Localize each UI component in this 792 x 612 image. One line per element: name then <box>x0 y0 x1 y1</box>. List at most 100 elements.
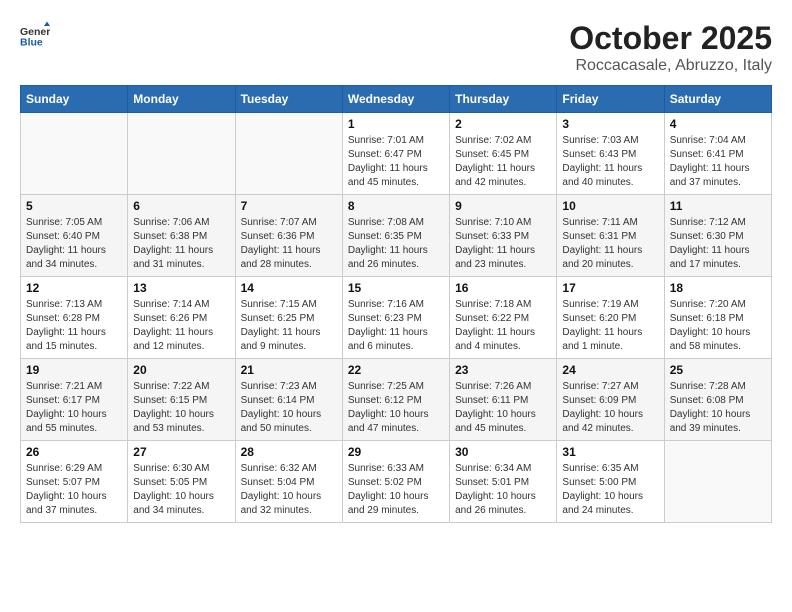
calendar-week-row: 1 Sunrise: 7:01 AM Sunset: 6:47 PM Daylig… <box>21 113 772 195</box>
day-info: Sunrise: 6:35 AM Sunset: 5:00 PM Dayligh… <box>562 462 658 518</box>
calendar-cell: 23 Sunrise: 7:26 AM Sunset: 6:11 PM Dayli… <box>450 359 557 441</box>
day-info: Sunrise: 6:34 AM Sunset: 5:01 PM Dayligh… <box>455 462 551 518</box>
day-info: Sunrise: 6:32 AM Sunset: 5:04 PM Dayligh… <box>241 462 337 518</box>
day-number: 17 <box>562 281 658 295</box>
day-number: 11 <box>670 199 766 213</box>
day-info: Sunrise: 6:29 AM Sunset: 5:07 PM Dayligh… <box>26 462 122 518</box>
calendar-cell: 26Sunrise: 6:29 AM Sunset: 5:07 PM Dayli… <box>21 441 128 523</box>
day-info: Sunrise: 7:02 AM Sunset: 6:45 PM Dayligh… <box>455 134 551 190</box>
calendar-body: 1 Sunrise: 7:01 AM Sunset: 6:47 PM Daylig… <box>21 113 772 523</box>
day-info: Sunrise: 6:33 AM Sunset: 5:02 PM Dayligh… <box>348 462 444 518</box>
weekday-row: SundayMondayTuesdayWednesdayThursdayFrid… <box>21 86 772 113</box>
calendar-cell: 5 Sunrise: 7:05 AM Sunset: 6:40 PM Daylig… <box>21 195 128 277</box>
calendar-cell <box>21 113 128 195</box>
day-info: Sunrise: 7:23 AM Sunset: 6:14 PM Dayligh… <box>241 380 337 436</box>
day-info: Sunrise: 7:05 AM Sunset: 6:40 PM Dayligh… <box>26 216 122 272</box>
day-number: 29 <box>348 445 444 459</box>
calendar-cell <box>235 113 342 195</box>
day-number: 5 <box>26 199 122 213</box>
calendar-cell: 12Sunrise: 7:13 AM Sunset: 6:28 PM Dayli… <box>21 277 128 359</box>
day-number: 22 <box>348 363 444 377</box>
calendar-cell: 25 Sunrise: 7:28 AM Sunset: 6:08 PM Dayli… <box>664 359 771 441</box>
svg-text:Blue: Blue <box>20 37 43 49</box>
day-number: 4 <box>670 117 766 131</box>
day-number: 2 <box>455 117 551 131</box>
day-number: 24 <box>562 363 658 377</box>
day-number: 16 <box>455 281 551 295</box>
calendar-table: SundayMondayTuesdayWednesdayThursdayFrid… <box>20 85 772 523</box>
day-info: Sunrise: 7:10 AM Sunset: 6:33 PM Dayligh… <box>455 216 551 272</box>
calendar-cell: 27Sunrise: 6:30 AM Sunset: 5:05 PM Dayli… <box>128 441 235 523</box>
day-number: 19 <box>26 363 122 377</box>
day-number: 9 <box>455 199 551 213</box>
calendar-header: SundayMondayTuesdayWednesdayThursdayFrid… <box>21 86 772 113</box>
day-number: 3 <box>562 117 658 131</box>
day-info: Sunrise: 7:18 AM Sunset: 6:22 PM Dayligh… <box>455 298 551 354</box>
day-number: 20 <box>133 363 229 377</box>
weekday-header: Saturday <box>664 86 771 113</box>
day-info: Sunrise: 7:20 AM Sunset: 6:18 PM Dayligh… <box>670 298 766 354</box>
day-info: Sunrise: 7:04 AM Sunset: 6:41 PM Dayligh… <box>670 134 766 190</box>
calendar-cell: 4 Sunrise: 7:04 AM Sunset: 6:41 PM Daylig… <box>664 113 771 195</box>
day-info: Sunrise: 7:12 AM Sunset: 6:30 PM Dayligh… <box>670 216 766 272</box>
calendar-cell: 31 Sunrise: 6:35 AM Sunset: 5:00 PM Dayli… <box>557 441 664 523</box>
day-info: Sunrise: 7:16 AM Sunset: 6:23 PM Dayligh… <box>348 298 444 354</box>
day-info: Sunrise: 7:26 AM Sunset: 6:11 PM Dayligh… <box>455 380 551 436</box>
day-info: Sunrise: 7:13 AM Sunset: 6:28 PM Dayligh… <box>26 298 122 354</box>
day-info: Sunrise: 7:25 AM Sunset: 6:12 PM Dayligh… <box>348 380 444 436</box>
day-number: 18 <box>670 281 766 295</box>
day-info: Sunrise: 6:30 AM Sunset: 5:05 PM Dayligh… <box>133 462 229 518</box>
calendar-cell: 18 Sunrise: 7:20 AM Sunset: 6:18 PM Dayli… <box>664 277 771 359</box>
day-info: Sunrise: 7:06 AM Sunset: 6:38 PM Dayligh… <box>133 216 229 272</box>
day-info: Sunrise: 7:14 AM Sunset: 6:26 PM Dayligh… <box>133 298 229 354</box>
calendar-cell: 9 Sunrise: 7:10 AM Sunset: 6:33 PM Daylig… <box>450 195 557 277</box>
calendar-cell: 1 Sunrise: 7:01 AM Sunset: 6:47 PM Daylig… <box>342 113 449 195</box>
day-info: Sunrise: 7:03 AM Sunset: 6:43 PM Dayligh… <box>562 134 658 190</box>
location: Roccacasale, Abruzzo, Italy <box>569 57 772 75</box>
weekday-header: Monday <box>128 86 235 113</box>
day-number: 21 <box>241 363 337 377</box>
day-info: Sunrise: 7:15 AM Sunset: 6:25 PM Dayligh… <box>241 298 337 354</box>
day-info: Sunrise: 7:21 AM Sunset: 6:17 PM Dayligh… <box>26 380 122 436</box>
calendar-cell: 24 Sunrise: 7:27 AM Sunset: 6:09 PM Dayli… <box>557 359 664 441</box>
weekday-header: Friday <box>557 86 664 113</box>
calendar-week-row: 26Sunrise: 6:29 AM Sunset: 5:07 PM Dayli… <box>21 441 772 523</box>
calendar-cell: 17Sunrise: 7:19 AM Sunset: 6:20 PM Dayli… <box>557 277 664 359</box>
calendar-cell: 29 Sunrise: 6:33 AM Sunset: 5:02 PM Dayli… <box>342 441 449 523</box>
calendar-cell: 20Sunrise: 7:22 AM Sunset: 6:15 PM Dayli… <box>128 359 235 441</box>
day-info: Sunrise: 7:08 AM Sunset: 6:35 PM Dayligh… <box>348 216 444 272</box>
day-number: 23 <box>455 363 551 377</box>
day-number: 10 <box>562 199 658 213</box>
day-number: 1 <box>348 117 444 131</box>
weekday-header: Wednesday <box>342 86 449 113</box>
day-info: Sunrise: 7:27 AM Sunset: 6:09 PM Dayligh… <box>562 380 658 436</box>
logo: General Blue <box>20 20 54 50</box>
calendar-cell: 30Sunrise: 6:34 AM Sunset: 5:01 PM Dayli… <box>450 441 557 523</box>
day-number: 15 <box>348 281 444 295</box>
day-info: Sunrise: 7:11 AM Sunset: 6:31 PM Dayligh… <box>562 216 658 272</box>
calendar-cell <box>128 113 235 195</box>
calendar-cell: 28Sunrise: 6:32 AM Sunset: 5:04 PM Dayli… <box>235 441 342 523</box>
day-info: Sunrise: 7:07 AM Sunset: 6:36 PM Dayligh… <box>241 216 337 272</box>
calendar-cell: 19 Sunrise: 7:21 AM Sunset: 6:17 PM Dayli… <box>21 359 128 441</box>
calendar-cell <box>664 441 771 523</box>
day-number: 14 <box>241 281 337 295</box>
calendar-cell: 11 Sunrise: 7:12 AM Sunset: 6:30 PM Dayli… <box>664 195 771 277</box>
calendar-cell: 21 Sunrise: 7:23 AM Sunset: 6:14 PM Dayli… <box>235 359 342 441</box>
day-info: Sunrise: 7:01 AM Sunset: 6:47 PM Dayligh… <box>348 134 444 190</box>
calendar-cell: 3 Sunrise: 7:03 AM Sunset: 6:43 PM Daylig… <box>557 113 664 195</box>
logo-icon: General Blue <box>20 20 50 50</box>
day-number: 7 <box>241 199 337 213</box>
calendar-cell: 10 Sunrise: 7:11 AM Sunset: 6:31 PM Dayli… <box>557 195 664 277</box>
day-number: 25 <box>670 363 766 377</box>
weekday-header: Thursday <box>450 86 557 113</box>
day-number: 8 <box>348 199 444 213</box>
day-number: 31 <box>562 445 658 459</box>
day-info: Sunrise: 7:28 AM Sunset: 6:08 PM Dayligh… <box>670 380 766 436</box>
calendar-week-row: 19 Sunrise: 7:21 AM Sunset: 6:17 PM Dayli… <box>21 359 772 441</box>
calendar-cell: 13Sunrise: 7:14 AM Sunset: 6:26 PM Dayli… <box>128 277 235 359</box>
weekday-header: Sunday <box>21 86 128 113</box>
calendar-cell: 22 Sunrise: 7:25 AM Sunset: 6:12 PM Dayli… <box>342 359 449 441</box>
page-header: General Blue October 2025 Roccacasale, A… <box>20 20 772 75</box>
calendar-week-row: 12Sunrise: 7:13 AM Sunset: 6:28 PM Dayli… <box>21 277 772 359</box>
